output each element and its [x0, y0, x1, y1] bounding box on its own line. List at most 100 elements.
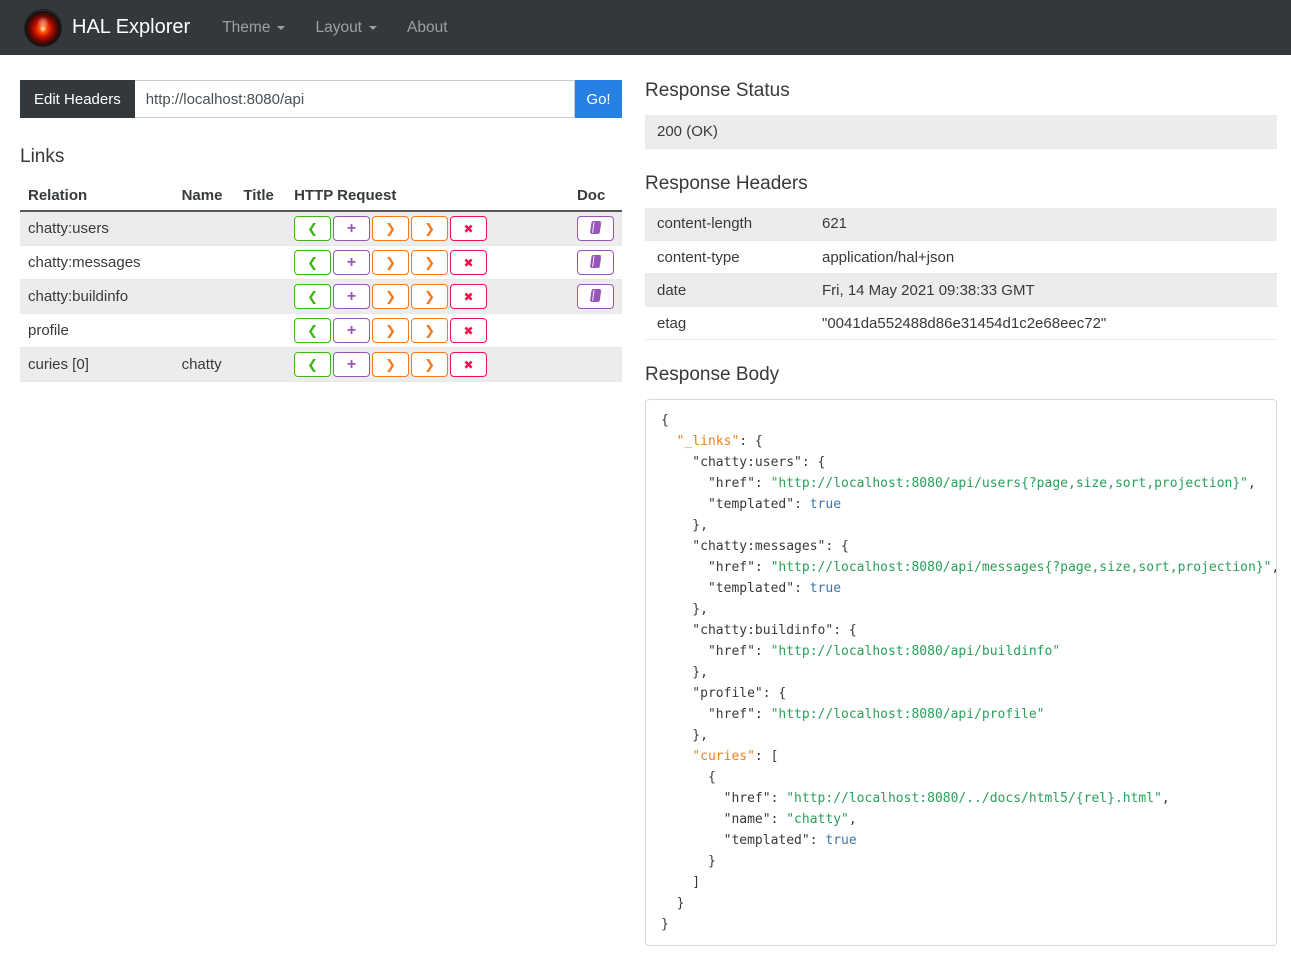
doc-book-icon	[588, 289, 603, 304]
relation-cell: curies [0]	[20, 347, 174, 382]
patch-button[interactable]: ❯	[411, 352, 449, 377]
response-body-json: { "_links": { "chatty:users": { "href": …	[645, 399, 1277, 946]
put-button[interactable]: ❯	[372, 352, 410, 377]
json-line: "href": "http://localhost:8080/api/messa…	[661, 557, 1276, 578]
http-buttons: ❮ + ❯ ❯ ✖	[294, 284, 561, 309]
x-icon: ✖	[463, 221, 474, 236]
links-table-head: Relation Name Title HTTP Request Doc	[20, 181, 622, 212]
plus-icon: +	[346, 355, 357, 373]
plus-icon: +	[346, 253, 357, 271]
http-request-cell: ❮ + ❯ ❯ ✖	[286, 347, 569, 382]
plus-icon: +	[346, 287, 357, 305]
json-token-plain: :	[754, 707, 771, 722]
post-button[interactable]: +	[333, 352, 371, 377]
nav-item-theme[interactable]: Theme	[222, 19, 286, 37]
json-token-plain: :	[794, 497, 810, 512]
post-button[interactable]: +	[333, 318, 371, 343]
chevron-down-icon	[369, 25, 377, 30]
column-header-relation: Relation	[20, 181, 174, 212]
left-panel: Edit Headers Go! Links RelationNameTitle…	[20, 80, 622, 382]
header-value: 621	[810, 207, 1277, 241]
nav-item-layout[interactable]: Layout	[315, 19, 377, 37]
post-button[interactable]: +	[333, 216, 371, 241]
header-key: date	[645, 273, 810, 307]
url-input[interactable]	[134, 80, 575, 118]
chevron-left-icon: ❮	[307, 221, 319, 236]
column-header-title: Title	[235, 181, 287, 212]
json-line: "templated": true	[661, 494, 1261, 515]
response-headers-section: Response Headers content-length 621 conten…	[645, 173, 1277, 340]
name-cell	[173, 279, 236, 314]
json-token-plain: : {	[739, 434, 763, 449]
json-token-str: "http://localhost:8080/../docs/html5/{re…	[786, 791, 1162, 806]
delete-button[interactable]: ✖	[450, 318, 488, 343]
table-row: chatty:messages ❮ + ❯ ❯ ✖	[20, 245, 622, 280]
patch-button[interactable]: ❯	[411, 284, 449, 309]
json-token-plain: : [	[754, 749, 779, 764]
table-row: curies [0] chatty ❮ + ❯ ❯ ✖	[20, 347, 622, 382]
patch-button[interactable]: ❯	[411, 250, 449, 275]
go-button[interactable]: Go!	[575, 80, 622, 118]
json-line: "chatty:users": {	[661, 452, 1261, 473]
x-icon: ✖	[463, 357, 474, 372]
patch-button[interactable]: ❯	[411, 318, 449, 343]
header-key: content-length	[645, 207, 810, 241]
name-cell	[173, 245, 236, 280]
nav-item-about[interactable]: About	[407, 19, 448, 37]
chevron-right-icon: ❯	[385, 255, 397, 270]
response-header-row: content-type application/hal+json	[645, 240, 1277, 274]
delete-button[interactable]: ✖	[450, 352, 488, 377]
doc-button[interactable]	[576, 216, 614, 241]
json-token-key: "chatty:buildinfo"	[661, 623, 834, 638]
response-status-table: 200 (OK)	[645, 115, 1277, 149]
put-button[interactable]: ❯	[372, 216, 410, 241]
get-button[interactable]: ❮	[294, 216, 332, 241]
get-button[interactable]: ❮	[294, 284, 332, 309]
chevron-right-icon: ❯	[385, 357, 397, 372]
json-token-plain: },	[661, 602, 708, 617]
chevron-left-icon: ❮	[307, 289, 319, 304]
json-line: "curies": [	[661, 746, 1261, 767]
json-line: }	[661, 851, 1261, 872]
name-cell	[173, 313, 236, 348]
put-button[interactable]: ❯	[372, 250, 410, 275]
delete-button[interactable]: ✖	[450, 250, 488, 275]
column-header-doc: Doc	[568, 181, 622, 212]
chevron-right-icon: ❯	[385, 323, 397, 338]
response-headers-table: content-length 621 content-type application…	[645, 207, 1277, 340]
edit-headers-button[interactable]: Edit Headers	[20, 80, 135, 118]
get-button[interactable]: ❮	[294, 318, 332, 343]
doc-button[interactable]	[576, 250, 614, 275]
get-button[interactable]: ❮	[294, 250, 332, 275]
json-line: ]	[661, 872, 1261, 893]
nav-item-label: About	[407, 18, 448, 36]
doc-cell	[568, 245, 622, 280]
http-request-cell: ❮ + ❯ ❯ ✖	[286, 245, 569, 280]
doc-button[interactable]	[576, 284, 614, 309]
get-button[interactable]: ❮	[294, 352, 332, 377]
delete-button[interactable]: ✖	[450, 284, 488, 309]
delete-button[interactable]: ✖	[450, 216, 488, 241]
header-key: etag	[645, 306, 810, 340]
chevron-left-icon: ❮	[307, 323, 319, 338]
post-button[interactable]: +	[333, 250, 371, 275]
json-token-key: "href"	[661, 644, 755, 659]
links-table-header-row: Relation Name Title HTTP Request Doc	[20, 181, 622, 212]
request-bar: Edit Headers Go!	[20, 80, 622, 118]
app-title: HAL Explorer	[72, 16, 191, 38]
put-button[interactable]: ❯	[372, 318, 410, 343]
json-token-plain: }	[661, 854, 716, 869]
links-table-body: chatty:users ❮ + ❯ ❯ ✖ chatty:messages ❮ + ❯ ❯ ✖ cha…	[20, 211, 622, 382]
post-button[interactable]: +	[333, 284, 371, 309]
hal-9000-eye-icon	[24, 8, 62, 47]
json-token-plain: : {	[833, 623, 857, 638]
chevron-left-icon: ❮	[307, 357, 319, 372]
json-token-key: "href"	[661, 560, 755, 575]
put-button[interactable]: ❯	[372, 284, 410, 309]
json-token-key: "chatty:messages"	[661, 539, 826, 554]
json-line: "href": "http://localhost:8080/api/profi…	[661, 704, 1261, 725]
navbar-brand[interactable]: HAL Explorer	[24, 8, 191, 47]
patch-button[interactable]: ❯	[411, 216, 449, 241]
json-token-str: "http://localhost:8080/api/messages{?pag…	[770, 560, 1272, 575]
json-token-plain: ,	[1248, 476, 1256, 491]
